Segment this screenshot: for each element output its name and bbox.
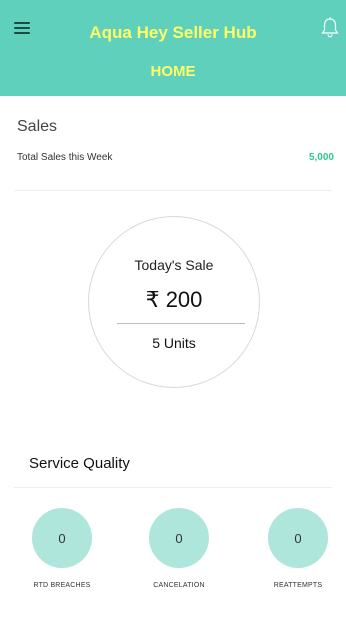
metric-reattempts-value: 0 <box>268 508 328 568</box>
weekly-sales-value: 5,000 <box>308 152 334 163</box>
todays-sale-amount: ₹ 200 <box>145 287 203 312</box>
notification-bell-icon[interactable] <box>320 16 340 40</box>
todays-sale-units: 5 Units <box>152 335 196 351</box>
metric-cancelation[interactable]: 0 CANCELATION <box>134 508 224 589</box>
todays-sale-card: Today's Sale ₹ 200 5 Units <box>88 216 260 388</box>
service-quality-divider <box>14 487 332 488</box>
metric-rtd-breaches[interactable]: 0 RTD BREACHES <box>17 508 107 589</box>
hamburger-menu-icon[interactable] <box>14 22 30 34</box>
app-title: Aqua Hey Seller Hub <box>89 23 257 42</box>
metric-rtd-breaches-label: RTD BREACHES <box>33 582 91 589</box>
sales-divider <box>14 190 332 191</box>
weekly-sales-label: Total Sales this Week <box>17 152 113 163</box>
metric-reattempts-label: REATTEMPTS <box>273 582 323 589</box>
metric-cancelation-label: CANCELATION <box>153 582 205 589</box>
page-title: HOME <box>150 63 196 80</box>
service-quality-title: Service Quality <box>29 455 130 472</box>
app-header: Aqua Hey Seller Hub HOME <box>0 0 346 96</box>
metric-reattempts[interactable]: 0 REATTEMPTS <box>253 508 343 589</box>
todays-sale-divider <box>117 323 245 324</box>
sales-section-title: Sales <box>17 118 58 135</box>
todays-sale-label: Today's Sale <box>134 257 214 273</box>
metric-cancelation-value: 0 <box>149 508 209 568</box>
metric-rtd-breaches-value: 0 <box>32 508 92 568</box>
